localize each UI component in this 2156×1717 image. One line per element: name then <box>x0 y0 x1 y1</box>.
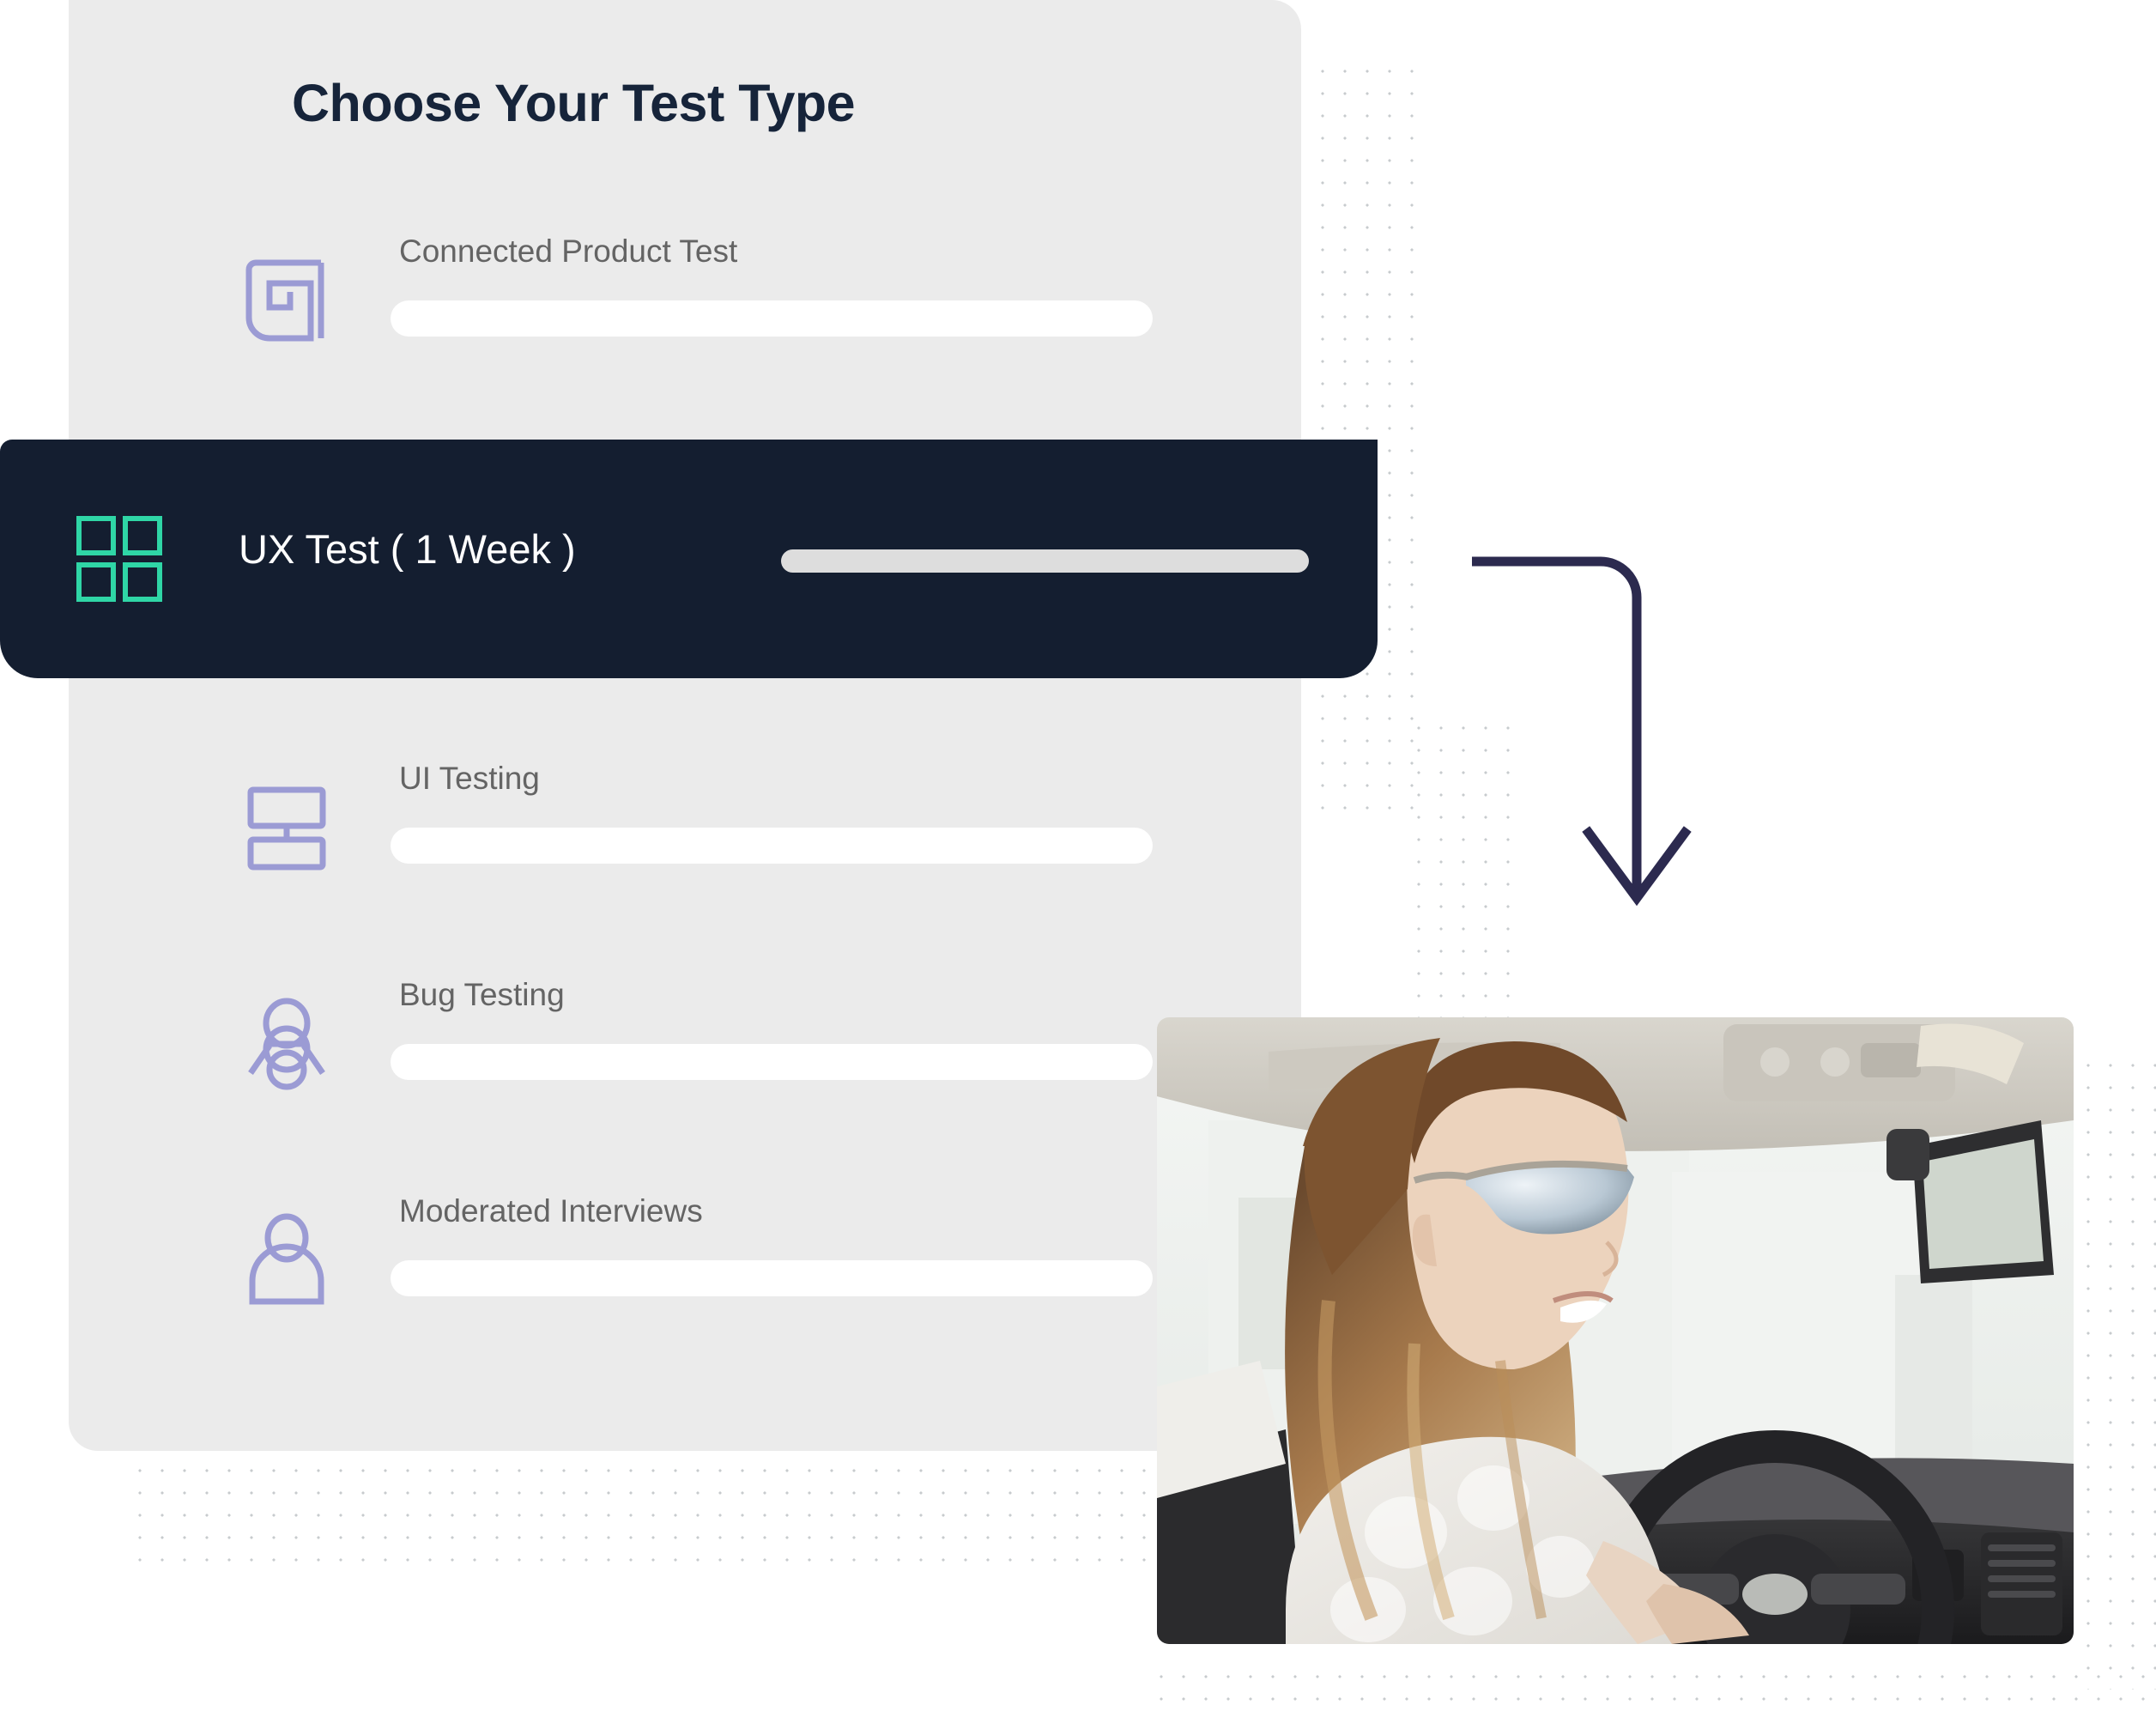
dot-grid-pattern <box>2077 1054 2156 1690</box>
grid-four-squares-icon <box>76 515 165 604</box>
dot-grid-pattern <box>129 1459 1159 1573</box>
connected-product-icon <box>232 246 342 355</box>
page-title: Choose Your Test Type <box>292 74 856 132</box>
stacked-panels-icon <box>232 773 342 883</box>
option-label: Moderated Interviews <box>399 1193 703 1229</box>
driver-photo <box>1157 1017 2074 1644</box>
option-label: Bug Testing <box>399 977 565 1012</box>
option-placeholder-bar <box>391 300 1153 337</box>
person-icon <box>232 1205 342 1315</box>
option-row-bug-testing[interactable]: Bug Testing <box>69 977 1301 1114</box>
option-placeholder-bar <box>391 1044 1153 1080</box>
dot-grid-pattern <box>1150 1665 2154 1717</box>
option-label: UX Test ( 1 Week ) <box>239 526 576 572</box>
curved-down-arrow-icon <box>1470 549 1704 910</box>
selected-progress-bar <box>781 549 1309 573</box>
option-label: UI Testing <box>399 761 540 796</box>
option-row-moderated-interviews[interactable]: Moderated Interviews <box>69 1193 1301 1331</box>
option-placeholder-bar <box>391 828 1153 864</box>
option-placeholder-bar <box>391 1260 1153 1296</box>
screenshot-root: Choose Your Test Type Connected Product … <box>0 0 2156 1717</box>
bug-icon <box>232 989 342 1099</box>
option-label: Connected Product Test <box>399 234 738 269</box>
test-type-card: Choose Your Test Type Connected Product … <box>69 0 1301 1451</box>
option-row-connected-product-test[interactable]: Connected Product Test <box>69 234 1301 371</box>
option-row-ui-testing[interactable]: UI Testing <box>69 761 1301 898</box>
dot-grid-pattern <box>1311 60 1425 816</box>
